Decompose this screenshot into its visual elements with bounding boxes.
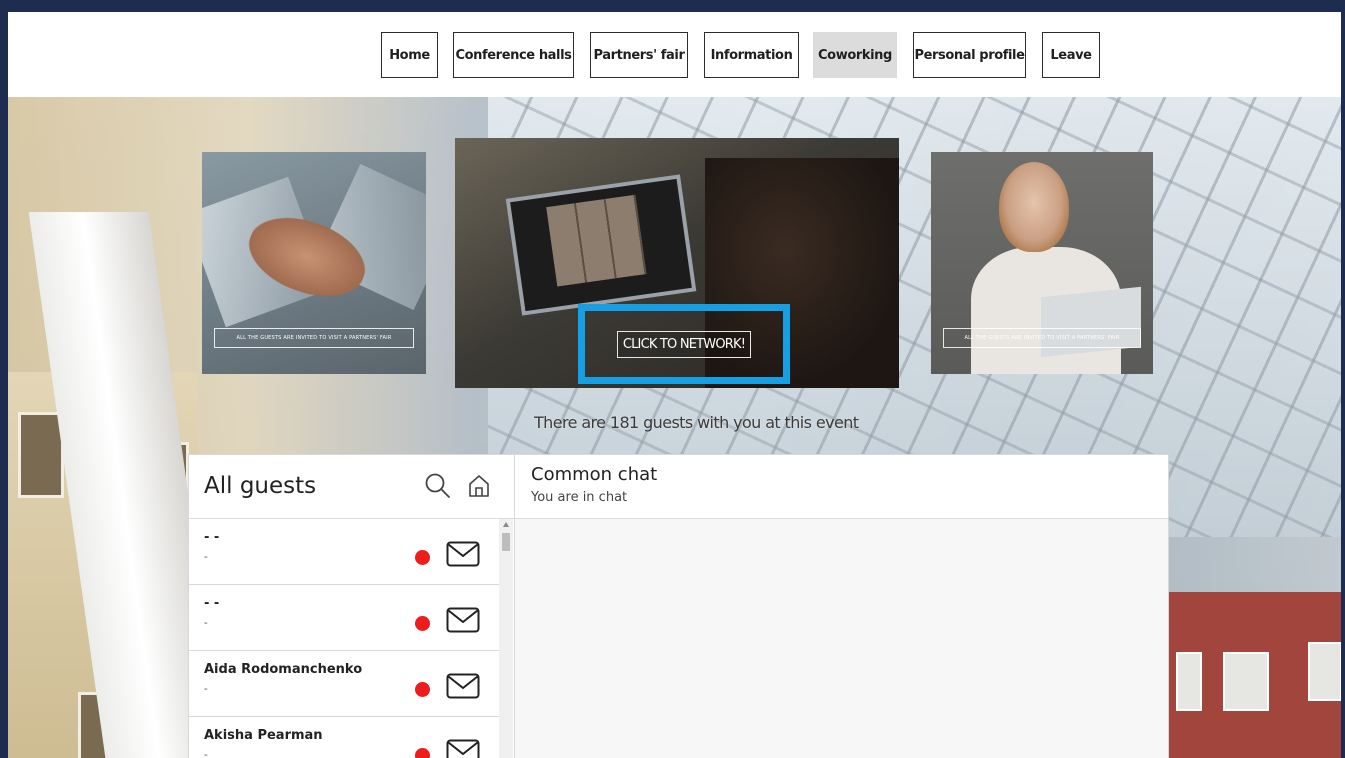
top-navigation: Home Conference halls Partners' fair Inf… xyxy=(8,12,1341,97)
mail-icon[interactable] xyxy=(446,673,480,699)
coworking-panel: All guests - - - - - - Aida Rodomanchenk… xyxy=(188,454,1169,758)
chat-title: Common chat xyxy=(531,464,658,485)
guest-row[interactable]: - - - xyxy=(189,519,499,585)
mail-icon[interactable] xyxy=(446,607,480,633)
guest-name: - - xyxy=(204,530,220,545)
scroll-thumb[interactable] xyxy=(502,533,510,551)
mail-icon[interactable] xyxy=(446,739,480,758)
partners-fair-card-left[interactable]: ALL THE GUESTS ARE INVITED TO VISIT A PA… xyxy=(202,152,426,374)
background-window xyxy=(1176,652,1202,711)
guest-list: - - - - - - Aida Rodomanchenko - Akisha … xyxy=(189,519,499,758)
chat-messages-area[interactable] xyxy=(515,519,1168,758)
nav-home-button[interactable]: Home xyxy=(381,32,438,78)
chat-header: Common chat You are in chat xyxy=(515,455,1168,519)
scroll-up-arrow-icon[interactable] xyxy=(503,522,509,527)
guest-row[interactable]: - - - xyxy=(189,585,499,651)
guest-subtitle: - xyxy=(204,617,208,629)
card-caption-right[interactable]: ALL THE GUESTS ARE INVITED TO VISIT A PA… xyxy=(943,328,1141,348)
guest-subtitle: - xyxy=(204,551,208,563)
status-dot xyxy=(415,748,430,758)
chat-subtitle: You are in chat xyxy=(531,490,628,505)
guest-name: - - xyxy=(204,596,220,611)
guests-column: All guests - - - - - - Aida Rodomanchenk… xyxy=(189,455,515,758)
guest-row[interactable]: Aida Rodomanchenko - xyxy=(189,651,499,717)
background-window xyxy=(18,412,64,498)
card-caption-left[interactable]: ALL THE GUESTS ARE INVITED TO VISIT A PA… xyxy=(214,328,414,348)
guest-name: Aida Rodomanchenko xyxy=(204,662,363,677)
guest-row[interactable]: Akisha Pearman - xyxy=(189,717,499,758)
click-to-network-highlight[interactable]: CLICK TO NETWORK! xyxy=(578,304,790,384)
status-dot xyxy=(415,616,430,631)
guest-name: Akisha Pearman xyxy=(204,728,323,743)
status-dot xyxy=(415,550,430,565)
partners-fair-card-right[interactable]: ALL THE GUESTS ARE INVITED TO VISIT A PA… xyxy=(931,152,1153,374)
woman-head-image xyxy=(999,162,1069,252)
nav-conference-halls-button[interactable]: Conference halls xyxy=(453,32,574,78)
app-frame: Home Conference halls Partners' fair Inf… xyxy=(8,12,1341,758)
guests-header: All guests xyxy=(189,455,514,519)
background-window xyxy=(1223,652,1269,711)
background-building-right xyxy=(1168,592,1341,758)
chat-column: Common chat You are in chat xyxy=(515,455,1168,758)
nav-leave-button[interactable]: Leave xyxy=(1042,32,1100,78)
guests-title: All guests xyxy=(204,473,317,499)
guest-count-text: There are 181 guests with you at this ev… xyxy=(534,413,859,432)
nav-partners-fair-button[interactable]: Partners' fair xyxy=(590,32,688,78)
search-icon[interactable] xyxy=(424,472,452,500)
nav-personal-profile-button[interactable]: Personal profile xyxy=(913,32,1026,78)
background-window xyxy=(1308,642,1341,701)
guest-subtitle: - xyxy=(204,683,208,695)
click-to-network-button[interactable]: CLICK TO NETWORK! xyxy=(616,330,752,358)
laptop-image xyxy=(505,174,697,316)
mail-icon[interactable] xyxy=(446,541,480,567)
nav-information-button[interactable]: Information xyxy=(704,32,799,78)
guest-subtitle: - xyxy=(204,749,208,758)
home-icon[interactable] xyxy=(467,473,491,499)
guest-list-scrollbar[interactable] xyxy=(499,519,513,758)
video-call-screen-image xyxy=(546,194,647,287)
status-dot xyxy=(415,682,430,697)
nav-coworking-button[interactable]: Coworking xyxy=(813,32,897,78)
